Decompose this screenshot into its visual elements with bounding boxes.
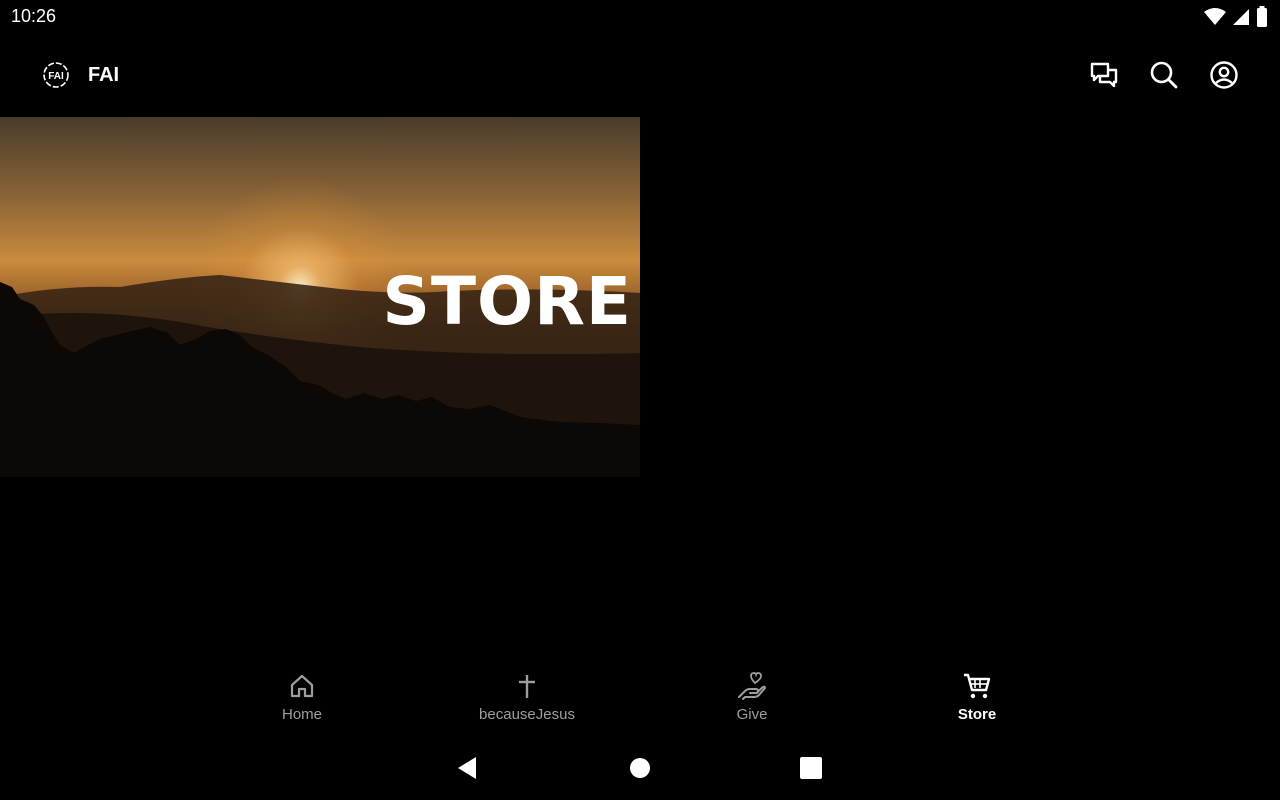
cellular-signal-icon xyxy=(1233,9,1249,25)
status-time: 10:26 xyxy=(11,6,57,26)
fai-logo: FAI xyxy=(42,61,70,89)
status-icons xyxy=(1204,6,1268,28)
nav-give-label: Give xyxy=(736,706,768,723)
messages-button[interactable] xyxy=(1088,59,1120,91)
nav-becausejesus[interactable]: becauseJesus xyxy=(452,668,602,732)
chat-icon xyxy=(1090,62,1118,88)
status-bar: 10:26 xyxy=(0,0,1280,34)
cart-icon xyxy=(964,673,991,699)
bottom-navigation: Home becauseJesus Give Store xyxy=(0,668,1280,738)
give-hand-heart-icon xyxy=(738,672,766,700)
home-icon xyxy=(290,674,314,698)
battery-icon xyxy=(1257,6,1267,27)
nav-store[interactable]: Store xyxy=(902,668,1052,732)
back-icon[interactable] xyxy=(456,756,480,780)
nav-becausejesus-label: becauseJesus xyxy=(479,706,575,723)
store-banner-title: STORE xyxy=(382,263,632,340)
store-banner[interactable]: STORE xyxy=(0,117,640,477)
home-circle-icon[interactable] xyxy=(628,756,652,780)
logo-text: FAI xyxy=(48,71,64,82)
wifi-icon xyxy=(1204,8,1226,25)
account-button[interactable] xyxy=(1208,59,1240,91)
nav-home[interactable]: Home xyxy=(227,668,377,732)
nav-give[interactable]: Give xyxy=(677,668,827,732)
app-title: FAI xyxy=(88,64,120,86)
search-icon xyxy=(1150,61,1178,89)
app-actions xyxy=(1088,59,1240,91)
cross-icon xyxy=(519,675,535,698)
account-icon xyxy=(1210,61,1238,89)
app-bar: FAI FAI xyxy=(0,50,1280,102)
nav-home-label: Home xyxy=(281,706,322,723)
search-button[interactable] xyxy=(1148,59,1180,91)
system-navigation-bar xyxy=(0,748,1280,788)
nav-store-label: Store xyxy=(957,706,997,723)
recents-square-icon[interactable] xyxy=(799,756,823,780)
